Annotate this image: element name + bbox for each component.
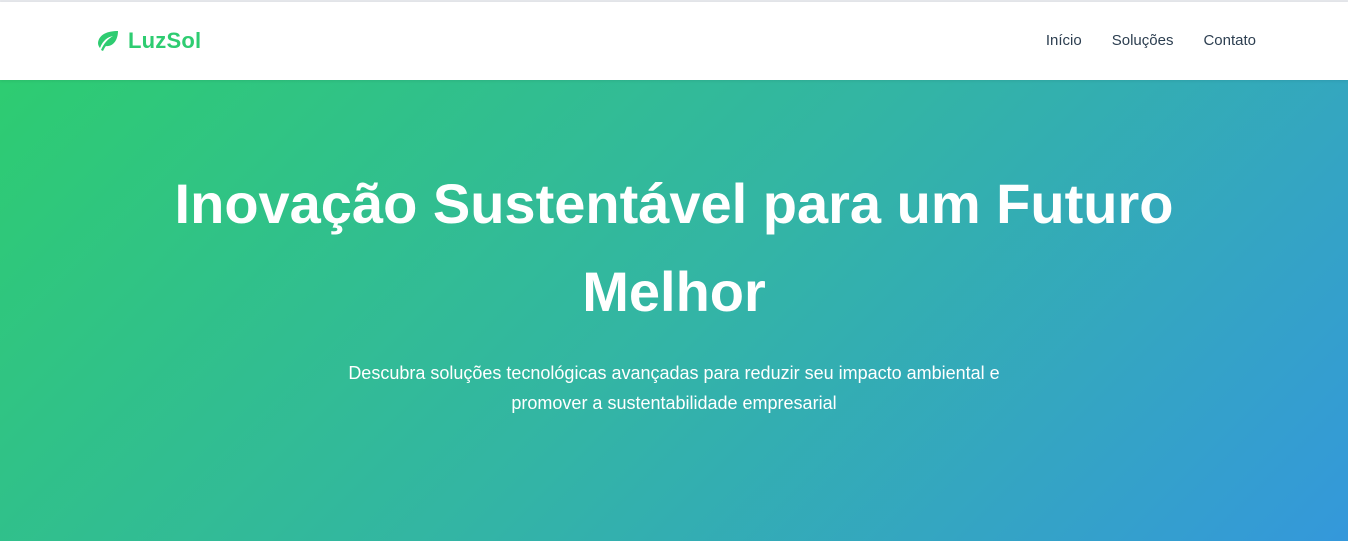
navbar: LuzSol Início Soluções Contato — [0, 2, 1348, 80]
nav-menu: Início Soluções Contato — [1046, 32, 1256, 50]
hero-section: Inovação Sustentável para um Futuro Melh… — [0, 80, 1348, 541]
nav-link-contato[interactable]: Contato — [1203, 32, 1256, 49]
nav-link-solucoes[interactable]: Soluções — [1112, 32, 1174, 49]
nav-link-inicio[interactable]: Início — [1046, 32, 1082, 49]
brand-logo-link[interactable]: LuzSol — [94, 28, 201, 54]
leaf-icon — [94, 30, 120, 52]
brand-name: LuzSol — [128, 28, 202, 53]
hero-subtitle: Descubra soluções tecnológicas avançadas… — [348, 363, 1000, 413]
hero-title: Inovação Sustentável para um Futuro Melh… — [174, 172, 1174, 323]
